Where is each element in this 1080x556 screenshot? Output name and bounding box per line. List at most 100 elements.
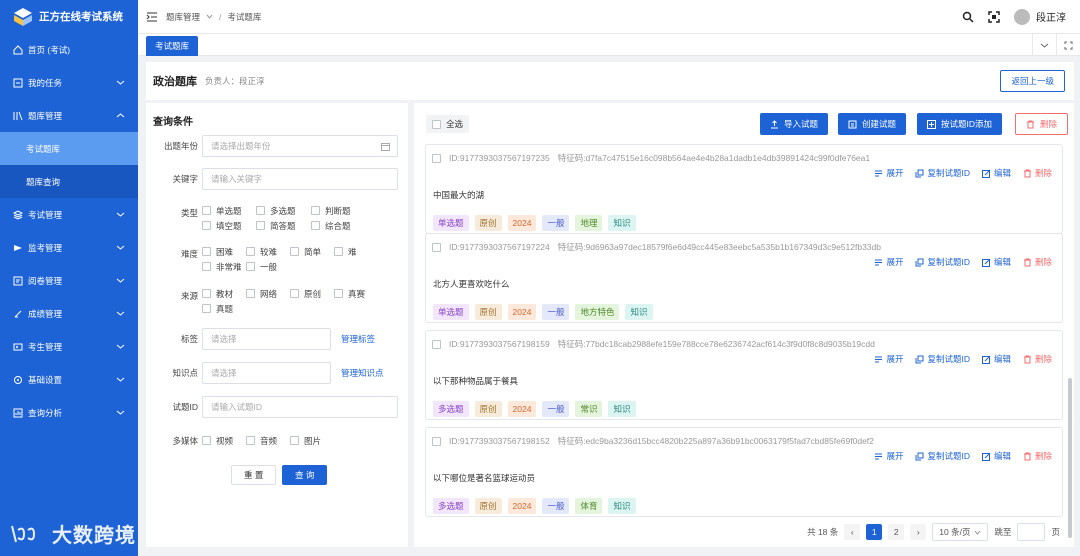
question-checkbox[interactable]	[432, 153, 441, 163]
edit-button[interactable]: 编辑	[981, 353, 1011, 365]
sidebar-item-exam[interactable]: 考试管理	[0, 198, 138, 231]
sidebar-item-home[interactable]: 首页 (考试)	[0, 33, 138, 66]
question-id: ID:9177393037567198159	[449, 339, 550, 349]
type-option[interactable]: 填空题	[202, 219, 256, 232]
pagination: 共 18 条 ‹ 1 2 › 10 条/页 跳至 页	[807, 523, 1060, 541]
topbar: 题库管理 / 考试题库 段正淳	[138, 0, 1080, 33]
question-tag: 2024	[507, 498, 537, 514]
tab-maximize[interactable]	[1056, 34, 1080, 56]
tab-bar: 考试题库	[138, 33, 1080, 56]
sidebar-item-grading[interactable]: 阅卷管理	[0, 264, 138, 297]
type-option[interactable]: 判断题	[311, 204, 365, 217]
keyword-input[interactable]: 请输入关键字	[202, 168, 398, 190]
task-icon	[12, 77, 23, 88]
media-option[interactable]: 音频	[246, 434, 290, 447]
reset-button[interactable]: 重 置	[231, 465, 277, 485]
media-option[interactable]: 图片	[290, 434, 334, 447]
avatar[interactable]	[1014, 8, 1030, 25]
edit-button[interactable]: 编辑	[981, 256, 1011, 268]
back-button[interactable]: 返回上一级	[1000, 70, 1065, 92]
source-option[interactable]: 网络	[246, 287, 290, 300]
sidebar-item-tasks[interactable]: 我的任务	[0, 66, 138, 99]
delete-question-button[interactable]: 删除	[1023, 353, 1052, 365]
copy-id-button[interactable]: 复制试题ID	[915, 450, 970, 462]
breadcrumb-item[interactable]: 题库管理	[166, 11, 200, 23]
copy-id-button[interactable]: 复制试题ID	[915, 167, 970, 179]
difficulty-option[interactable]: 难	[334, 245, 378, 258]
question-tags: 多选题 原创 2024 一般 常识 知识	[433, 401, 636, 417]
type-option[interactable]: 多选题	[256, 204, 311, 217]
search-icon[interactable]	[962, 11, 974, 23]
type-option[interactable]: 综合题	[311, 219, 365, 232]
user-name[interactable]: 段正淳	[1036, 9, 1066, 24]
question-checkbox[interactable]	[432, 436, 441, 446]
select-all-checkbox[interactable]: 全选	[426, 115, 470, 133]
delete-button[interactable]: 删除	[1015, 113, 1069, 135]
settings-icon	[12, 374, 23, 385]
difficulty-option[interactable]: 非常难	[202, 260, 246, 273]
search-button[interactable]: 查 询	[282, 465, 328, 485]
library-icon	[12, 110, 23, 121]
tab-exam-library[interactable]: 考试题库	[146, 36, 199, 56]
year-picker[interactable]: 请选择出题年份	[202, 135, 398, 157]
knowledge-placeholder: 请选择	[211, 368, 237, 378]
delete-question-button[interactable]: 删除	[1023, 450, 1052, 462]
sidebar-item-proctor[interactable]: 监考管理	[0, 231, 138, 264]
scrollbar[interactable]	[1068, 378, 1072, 538]
delete-question-button[interactable]: 删除	[1023, 256, 1052, 268]
create-button[interactable]: 创建试题	[838, 113, 907, 135]
question-checkbox[interactable]	[432, 339, 441, 349]
sidebar-item-score[interactable]: 成绩管理	[0, 297, 138, 330]
expand-button[interactable]: 展开	[874, 450, 903, 462]
question-tag: 2024	[507, 401, 537, 417]
media-option[interactable]: 视频	[202, 434, 246, 447]
qid-input[interactable]: 请输入试题ID	[202, 396, 398, 418]
sidebar-item-library[interactable]: 题库管理	[0, 99, 138, 132]
sidebar-subitem-library-query[interactable]: 题库查询	[0, 165, 138, 198]
copy-id-button[interactable]: 复制试题ID	[915, 256, 970, 268]
menu-fold-icon[interactable]	[146, 11, 158, 23]
copy-id-button[interactable]: 复制试题ID	[915, 353, 970, 365]
difficulty-option[interactable]: 困难	[202, 245, 246, 258]
knowledge-select[interactable]: 请选择	[202, 362, 331, 384]
source-option[interactable]: 真题	[202, 302, 246, 315]
expand-button[interactable]: 展开	[874, 167, 903, 179]
add-by-id-button[interactable]: 按试题ID添加	[917, 113, 1003, 135]
page-size-select[interactable]: 10 条/页	[932, 523, 989, 541]
tags-select[interactable]: 请选择	[202, 328, 331, 350]
delete-question-button[interactable]: 删除	[1023, 167, 1052, 179]
sidebar-item-students[interactable]: 考生管理	[0, 330, 138, 363]
question-card: ID:9177393037567198152 特征码:edc9ba3236d15…	[425, 427, 1063, 517]
tab-dropdown[interactable]	[1032, 34, 1056, 56]
type-option[interactable]: 单选题	[202, 204, 256, 217]
edit-button[interactable]: 编辑	[981, 167, 1011, 179]
delete-label: 删除	[1040, 119, 1058, 129]
source-option[interactable]: 真赛	[334, 287, 378, 300]
manage-knowledge-link[interactable]: 管理知识点	[341, 367, 384, 379]
difficulty-option[interactable]: 较难	[246, 245, 290, 258]
page-number[interactable]: 2	[888, 524, 905, 540]
difficulty-option[interactable]: 简单	[290, 245, 334, 258]
question-tags: 单选题 原创 2024 一般 地理 知识	[433, 215, 636, 231]
jump-input[interactable]	[1017, 523, 1046, 541]
source-option[interactable]: 原创	[290, 287, 334, 300]
page-suffix: 页	[1051, 527, 1060, 537]
source-option[interactable]: 教材	[202, 287, 246, 300]
difficulty-option[interactable]: 一般	[246, 260, 290, 273]
question-tags: 多选题 原创 2024 一般 体育 知识	[433, 498, 636, 514]
sidebar-subitem-exam-library[interactable]: 考试题库	[0, 132, 138, 165]
expand-button[interactable]: 展开	[874, 256, 903, 268]
sidebar-item-settings[interactable]: 基础设置	[0, 363, 138, 396]
add-icon	[927, 119, 936, 129]
import-button[interactable]: 导入试题	[760, 113, 829, 135]
fullscreen-icon[interactable]	[988, 10, 1000, 23]
page-number[interactable]: 1	[866, 524, 883, 540]
prev-page[interactable]: ‹	[844, 524, 861, 540]
question-checkbox[interactable]	[432, 242, 441, 252]
edit-button[interactable]: 编辑	[981, 450, 1011, 462]
sidebar-item-analysis[interactable]: 查询分析	[0, 396, 138, 429]
expand-button[interactable]: 展开	[874, 353, 903, 365]
next-page[interactable]: ›	[910, 524, 927, 540]
manage-tags-link[interactable]: 管理标签	[341, 333, 375, 345]
type-option[interactable]: 简答题	[256, 219, 311, 232]
